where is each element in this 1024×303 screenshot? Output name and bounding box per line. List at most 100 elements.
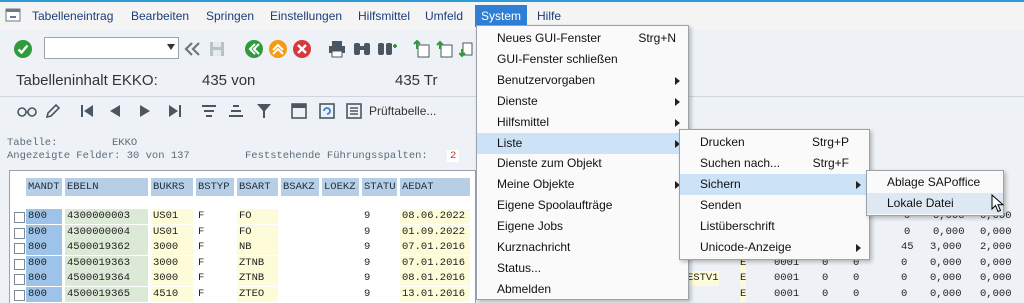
cell-ebeln[interactable]: 4300000003 [65, 209, 148, 224]
cell-loekz[interactable] [322, 209, 359, 224]
cell-bukrs[interactable]: 3000 [151, 271, 193, 286]
col-aedat[interactable]: AEDAT [400, 178, 470, 196]
col-statu[interactable]: STATU [362, 178, 397, 196]
chevron-down-icon[interactable] [167, 44, 175, 50]
system-menu-item[interactable]: Liste [477, 132, 688, 154]
details-icon[interactable] [345, 102, 363, 120]
sort-ascending-icon[interactable] [200, 103, 218, 119]
cell-bsakz[interactable] [281, 225, 319, 240]
cell-bukrs[interactable]: 3000 [151, 255, 193, 271]
col-ebeln[interactable]: EBELN [65, 178, 148, 196]
cell-aedat[interactable]: 07.01.2016 [400, 255, 470, 271]
edit-icon[interactable] [44, 102, 62, 120]
cell-mandt[interactable]: 800 [26, 224, 62, 240]
cell-mandt[interactable]: 800 [26, 286, 62, 302]
row-select-checkbox[interactable] [14, 212, 25, 223]
cell-bstyp[interactable]: F [196, 240, 234, 255]
cell-ebeln[interactable]: 4500019365 [65, 286, 148, 302]
menu-einstellungen[interactable]: Einstellungen [266, 5, 346, 27]
menu-hilfsmittel[interactable]: Hilfsmittel [354, 5, 414, 27]
col-bukrs[interactable]: BUKRS [151, 178, 193, 196]
sichern-menu-item[interactable]: Ablage SAPoffice [867, 172, 1003, 193]
col-bstyp[interactable]: BSTYP [196, 178, 234, 196]
cell-statu[interactable]: 9 [362, 209, 397, 224]
cell-bsart[interactable]: ZTNB [237, 255, 278, 271]
menu-bearbeiten[interactable]: Bearbeiten [127, 5, 193, 27]
glasses-icon[interactable] [17, 103, 37, 119]
system-menu-item[interactable]: Eigene Jobs [477, 216, 688, 237]
cell-bukrs[interactable]: 4510 [151, 286, 193, 302]
first-page-icon[interactable] [413, 40, 431, 58]
fixed-columns-value[interactable]: 2 [447, 150, 460, 162]
cell-bsart[interactable]: FO [237, 224, 278, 240]
cell-mandt[interactable]: 800 [26, 271, 62, 286]
cell-ebeln[interactable]: 4500019362 [65, 240, 148, 255]
cell-bsart[interactable]: NB [237, 240, 278, 255]
cell-mandt[interactable]: 800 [26, 240, 62, 255]
cell-bstyp[interactable]: F [196, 287, 234, 302]
menu-system[interactable]: System [475, 5, 528, 27]
menu-umfeld[interactable]: Umfeld [421, 5, 467, 27]
liste-menu-item[interactable]: Suchen nach... Strg+F [680, 153, 869, 174]
system-menu-item[interactable]: Benutzervorgaben [477, 70, 688, 91]
system-menu-item[interactable]: Kurznachricht [477, 237, 688, 258]
cell-aedat[interactable]: 07.01.2016 [400, 240, 470, 255]
cell-bukrs[interactable]: 3000 [151, 240, 193, 255]
cell-bstyp[interactable]: F [196, 256, 234, 271]
cell-bsart[interactable]: FO [237, 209, 278, 224]
filter-icon[interactable] [255, 102, 273, 120]
cell-ebeln[interactable]: 4500019363 [65, 255, 148, 271]
layout-icon[interactable] [290, 102, 308, 120]
cell-mandt[interactable]: 800 [26, 209, 62, 224]
cell-bsart[interactable]: ZTEO [237, 286, 278, 302]
sort-descending-icon[interactable] [227, 103, 245, 119]
cell-bstyp[interactable]: F [196, 271, 234, 286]
col-bsart[interactable]: BSART [237, 178, 278, 196]
cell-bsakz[interactable] [281, 209, 319, 224]
liste-menu-item[interactable]: Senden [680, 195, 869, 216]
last-record-icon[interactable] [168, 103, 182, 119]
cell-statu[interactable]: 9 [362, 240, 397, 255]
sap-menu-icon[interactable] [5, 7, 21, 23]
command-field[interactable] [44, 37, 179, 59]
row-select-checkbox[interactable] [14, 274, 25, 285]
system-menu-item[interactable]: Meine Objekte [477, 174, 688, 195]
cell-statu[interactable]: 9 [362, 287, 397, 302]
col-loekz[interactable]: LOEKZ [322, 178, 359, 196]
sichern-menu-item[interactable]: Lokale Datei [867, 193, 1003, 214]
print-icon[interactable] [327, 40, 347, 58]
cell-mandt[interactable]: 800 [26, 255, 62, 271]
cell-statu[interactable]: 9 [362, 271, 397, 286]
menu-springen[interactable]: Springen [202, 5, 258, 27]
cell-ebeln[interactable]: 4500019364 [65, 271, 148, 286]
cell-loekz[interactable] [322, 256, 359, 271]
liste-menu-item[interactable]: Listüberschrift [680, 216, 869, 237]
system-menu-item[interactable]: Dienste zum Objekt [477, 153, 688, 174]
previous-record-icon[interactable] [108, 103, 122, 119]
save-icon[interactable] [208, 40, 226, 58]
cell-loekz[interactable] [322, 287, 359, 302]
cell-aedat[interactable]: 08.06.2022 [400, 209, 470, 224]
refresh-icon[interactable] [318, 102, 336, 120]
prev-page-icon[interactable] [436, 40, 454, 58]
cell-bstyp[interactable]: F [196, 209, 234, 224]
menu-hilfe[interactable]: Hilfe [533, 5, 565, 27]
cell-bsakz[interactable] [281, 256, 319, 271]
find-icon[interactable] [352, 40, 372, 58]
cell-statu[interactable]: 9 [362, 225, 397, 240]
cancel-icon[interactable] [292, 39, 312, 59]
system-menu-item[interactable]: Hilfsmittel [477, 112, 688, 133]
cell-bstyp[interactable]: F [196, 225, 234, 240]
back-double-icon[interactable] [183, 41, 203, 57]
row-select-checkbox[interactable] [14, 289, 25, 301]
first-record-icon[interactable] [80, 103, 94, 119]
cell-loekz[interactable] [322, 240, 359, 255]
next-page-icon[interactable] [459, 40, 473, 58]
cell-ebeln[interactable]: 4300000004 [65, 224, 148, 240]
col-bsakz[interactable]: BSAKZ [281, 178, 319, 196]
system-menu-item[interactable]: Dienste [477, 91, 688, 112]
cell-aedat[interactable]: 01.09.2022 [400, 224, 470, 240]
system-menu-item[interactable]: Status... [477, 258, 688, 279]
cell-loekz[interactable] [322, 271, 359, 286]
cell-statu[interactable]: 9 [362, 256, 397, 271]
